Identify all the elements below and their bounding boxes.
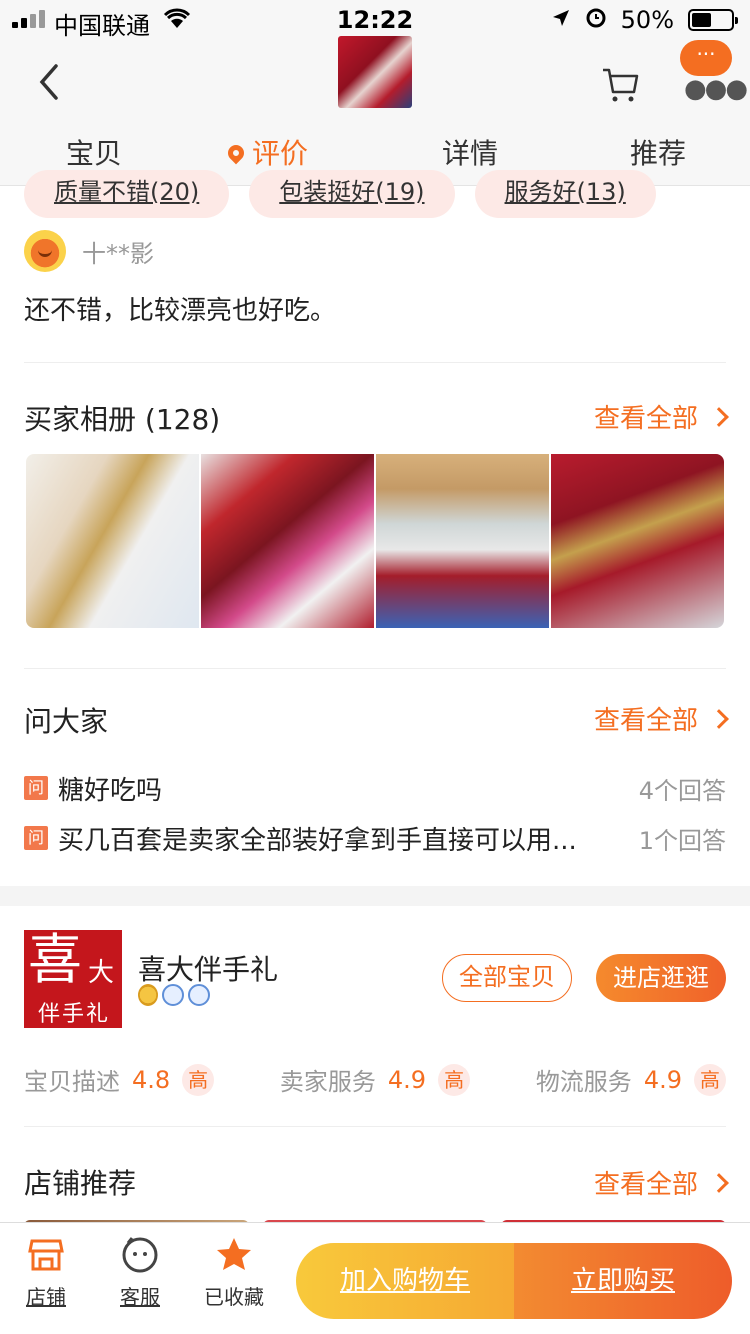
location-icon [551, 6, 571, 34]
buy-now-button[interactable]: 立即购买 [514, 1243, 732, 1319]
chevron-right-icon [709, 406, 729, 427]
chevron-left-icon [39, 64, 58, 100]
all-items-button[interactable]: 全部宝贝 [442, 954, 572, 1002]
message-badge: ··· [680, 40, 732, 76]
alarm-icon [585, 6, 607, 34]
rating-description: 宝贝描述 4.8 高 [24, 1062, 215, 1097]
tab-bar: 宝贝 评价 详情 推荐 [0, 132, 750, 172]
album-photo[interactable] [376, 454, 549, 628]
cart-button[interactable] [600, 64, 640, 104]
qa-title: 问大家 [24, 705, 109, 738]
divider [24, 362, 726, 363]
tab-reviews[interactable]: 评价 [224, 132, 308, 172]
purchase-actions: 加入购物车 立即购买 [296, 1243, 732, 1319]
buyer-album [26, 454, 724, 628]
qa-item[interactable]: 问 买几百套是卖家全部装好拿到手直接可以用... 1个回答 [24, 821, 726, 856]
shop-badges [138, 984, 210, 1006]
location-pin-icon [224, 141, 248, 165]
album-title: 买家相册 (128) [24, 403, 221, 436]
rating-service: 卖家服务 4.9 高 [280, 1062, 471, 1097]
qa-answer-count: 1个回答 [638, 826, 726, 855]
service-label: 客服 [120, 1285, 160, 1309]
crown-icon [188, 984, 210, 1006]
shop-ratings: 宝贝描述 4.8 高 卖家服务 4.9 高 物流服务 4.9 高 [24, 1062, 726, 1097]
qa-item[interactable]: 问 糖好吃吗 4个回答 [24, 771, 726, 806]
shop-name[interactable]: 喜大伴手礼 [138, 948, 278, 988]
bottom-bar: 店铺 客服 已收藏 加入购物车 立即购买 [0, 1222, 750, 1334]
reviewer-name: 十**影 [82, 239, 154, 268]
add-to-cart-button[interactable]: 加入购物车 [296, 1243, 514, 1319]
chevron-right-icon [709, 1172, 729, 1193]
divider [24, 668, 726, 669]
review-tag[interactable]: 质量不错(20) [24, 170, 230, 218]
review-tags: 质量不错(20) 包装挺好(19) 服务好(13) [24, 170, 656, 218]
section-separator [0, 886, 750, 906]
favorite-button[interactable]: 已收藏 [194, 1235, 274, 1310]
more-dots-icon: ●●● [684, 74, 748, 104]
tab-recommend[interactable]: 推荐 [630, 132, 686, 172]
album-photo[interactable] [201, 454, 374, 628]
product-thumbnail[interactable] [338, 36, 412, 108]
shop-button[interactable]: 店铺 [6, 1235, 86, 1310]
divider [24, 1126, 726, 1127]
customer-service-button[interactable]: 客服 [100, 1235, 180, 1310]
album-photo[interactable] [551, 454, 724, 628]
medal-icon [138, 984, 158, 1006]
back-button[interactable] [34, 62, 74, 106]
review-tag[interactable]: 包装挺好(19) [249, 170, 455, 218]
chat-icon [122, 1237, 158, 1273]
question-icon: 问 [24, 826, 48, 850]
chevron-right-icon [709, 708, 729, 729]
more-button[interactable]: ··· ●●● [680, 40, 748, 104]
tab-details[interactable]: 详情 [442, 132, 498, 172]
top-nav: ··· ●●● 宝贝 评价 详情 推荐 [0, 36, 750, 186]
recommend-see-all-link[interactable]: 查看全部 [594, 1164, 729, 1201]
review-tag[interactable]: 服务好(13) [474, 170, 656, 218]
cart-icon [603, 68, 639, 102]
battery-icon [688, 9, 738, 31]
battery-percent: 50% [620, 6, 674, 34]
visit-shop-button[interactable]: 进店逛逛 [596, 954, 726, 1002]
qa-see-all-link[interactable]: 查看全部 [594, 700, 729, 737]
shop-label: 店铺 [26, 1285, 66, 1309]
star-icon [217, 1238, 251, 1270]
qa-question: 糖好吃吗 [58, 775, 163, 806]
store-icon [28, 1239, 64, 1271]
favorite-label: 已收藏 [204, 1285, 264, 1309]
album-photo[interactable] [26, 454, 199, 628]
question-icon: 问 [24, 776, 48, 800]
review-text: 还不错，比较漂亮也好吃。 [24, 296, 337, 326]
rating-logistics: 物流服务 4.9 高 [536, 1062, 726, 1097]
status-bar: 中国联通 12:22 50% [0, 0, 750, 40]
review-author: 十**影 [24, 230, 154, 272]
recommend-title: 店铺推荐 [24, 1167, 137, 1200]
tab-item[interactable]: 宝贝 [66, 132, 122, 172]
crown-icon [162, 984, 184, 1006]
album-see-all-link[interactable]: 查看全部 [594, 398, 729, 435]
qa-answer-count: 4个回答 [638, 776, 726, 805]
qa-question: 买几百套是卖家全部装好拿到手直接可以用... [58, 825, 577, 856]
avatar [24, 230, 66, 272]
shop-logo[interactable]: 喜 大 伴手礼 [24, 930, 122, 1028]
